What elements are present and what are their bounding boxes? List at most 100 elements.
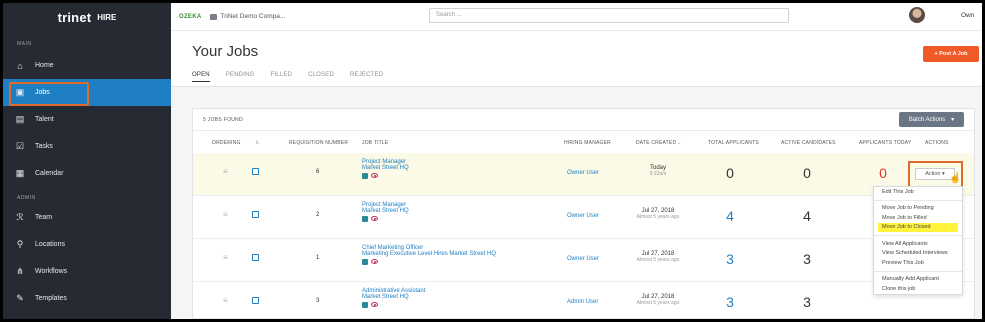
id-card-icon: ▤ (15, 114, 25, 124)
sidebar-item-talent[interactable]: ▤ Talent (3, 106, 171, 133)
row-checkbox[interactable] (252, 211, 259, 218)
company-logo: OZEKA (179, 13, 202, 20)
active-candidates[interactable]: 3 (797, 294, 817, 310)
menu-item-clone-job[interactable]: Clone this job (874, 284, 962, 294)
active-candidates[interactable]: 0 (797, 165, 817, 181)
person-icon[interactable] (362, 259, 368, 265)
person-icon[interactable] (362, 216, 368, 222)
hiring-manager-link[interactable]: Owner User (567, 256, 599, 262)
sidebar-item-locations[interactable]: ⚲ Locations (3, 231, 171, 258)
sidebar-item-tasks[interactable]: ☑ Tasks (3, 133, 171, 160)
tab-filled[interactable]: FILLED (271, 72, 293, 82)
job-title-cell: Project Manager Market Street HQ (362, 159, 409, 179)
brand-name: trinet (57, 9, 92, 25)
tab-rejected[interactable]: REJECTED (350, 72, 383, 82)
user-name[interactable]: Own (961, 12, 974, 19)
chevron-down-icon: ▾ (951, 117, 955, 123)
requisition-number: 2 (316, 212, 320, 218)
active-candidates[interactable]: 3 (797, 251, 817, 267)
menu-item-view-all-applicants[interactable]: View All Applicants (874, 239, 962, 249)
sidebar-item-label: Locations (35, 241, 65, 248)
hiring-manager-link[interactable]: Owner User (567, 213, 599, 219)
trinet-logo[interactable]: trinet HIRE (3, 3, 171, 31)
job-location-link[interactable]: Market Street HQ (362, 294, 425, 300)
menu-divider (874, 270, 962, 272)
eye-icon[interactable] (371, 259, 378, 264)
active-candidates[interactable]: 4 (797, 208, 817, 224)
col-header-hiring-manager[interactable]: HIRING MANAGER (564, 140, 611, 146)
calendar-icon: ▦ (15, 168, 25, 178)
job-location-link[interactable]: Marketing Executive Level Hires Market S… (362, 251, 496, 257)
menu-item-edit-job[interactable]: Edit This Job (874, 187, 962, 197)
col-header-active-candidates[interactable]: ACTIVE CANDIDATES (781, 140, 836, 146)
eye-icon[interactable] (371, 173, 378, 178)
eye-icon[interactable] (371, 302, 378, 307)
person-icon[interactable] (362, 302, 368, 308)
col-header-applicants-today[interactable]: APPLICANTS TODAY (859, 140, 911, 146)
person-icon[interactable] (362, 173, 368, 179)
menu-divider (874, 235, 962, 236)
avatar[interactable] (909, 7, 925, 23)
date-relative: Almost 5 years ago (636, 300, 680, 306)
requisition-number: 6 (316, 169, 320, 175)
hiring-manager-link[interactable]: Admin User (567, 299, 598, 305)
eye-icon[interactable] (371, 216, 378, 221)
tab-pending[interactable]: PENDING (226, 72, 255, 82)
sidebar-item-home[interactable]: ⌂ Home (3, 52, 171, 79)
brand-suffix: HIRE (97, 12, 117, 22)
total-applicants[interactable]: 0 (720, 165, 740, 181)
menu-item-move-to-closed[interactable]: Move Job to Closed (878, 222, 958, 232)
sidebar-item-workflows[interactable]: ⋔ Workflows (3, 258, 171, 285)
col-header-date-created[interactable]: DATE CREATED (636, 140, 676, 146)
pencil-icon: ✎ (16, 293, 24, 303)
hiring-manager-link[interactable]: Owner User (567, 170, 599, 176)
date-created-cell: Jul 27, 2018 Almost 5 years ago (631, 208, 685, 220)
drag-handle-icon[interactable]: ≡ (223, 167, 228, 176)
total-applicants[interactable]: 4 (720, 208, 740, 224)
col-header-job-title[interactable]: JOB TITLE (362, 140, 388, 146)
sidebar-item-calendar[interactable]: ▦ Calendar (3, 160, 171, 187)
col-header-ordering[interactable]: ORDERING (212, 140, 241, 146)
table-row: ≡ 1 Chief Marketing Officer Marketing Ex… (193, 239, 974, 282)
sidebar-item-templates[interactable]: ✎ Templates (3, 285, 171, 312)
date-created-cell: Today 9:22am (641, 165, 675, 177)
tab-closed[interactable]: CLOSED (308, 72, 334, 82)
job-location-link[interactable]: Market Street HQ (362, 165, 409, 171)
drag-handle-icon[interactable]: ≡ (223, 253, 228, 262)
sidebar: trinet HIRE MAIN ⌂ Home ▣ Jobs ▤ Talent … (3, 3, 171, 319)
total-applicants[interactable]: 3 (720, 294, 740, 310)
batch-actions-button[interactable]: Batch Actions ▾ (899, 112, 964, 127)
menu-item-move-to-pending[interactable]: Move Job to Pending (874, 204, 962, 214)
col-header-requisition[interactable]: REQUISITION NUMBER (289, 140, 348, 146)
tab-open[interactable]: OPEN (192, 72, 210, 82)
drag-handle-icon[interactable]: ≡ (223, 296, 228, 305)
menu-item-view-scheduled-interviews[interactable]: View Scheduled Interviews (874, 249, 962, 259)
col-header-total-applicants[interactable]: TOTAL APPLICANTS (708, 140, 759, 146)
sort-icon[interactable]: ⇅ (255, 140, 259, 146)
applicants-today[interactable]: 0 (873, 165, 893, 181)
top-bar: OZEKA TriNet Demo Compa... Search ... Ow… (171, 3, 982, 31)
date-created-cell: Jul 27, 2018 Almost 5 years ago (631, 294, 685, 306)
col-header-actions: ACTIONS (925, 140, 949, 146)
menu-item-move-to-filled[interactable]: Move Job to Filled (874, 213, 962, 223)
menu-divider (874, 199, 962, 201)
home-icon: ⌂ (17, 60, 23, 71)
requisition-number: 1 (316, 255, 320, 261)
row-checkbox[interactable] (252, 297, 259, 304)
row-checkbox[interactable] (252, 254, 259, 261)
post-job-button[interactable]: + Post A Job (923, 46, 979, 62)
menu-item-preview-job[interactable]: Preview This Job (874, 258, 962, 268)
drag-handle-icon[interactable]: ≡ (223, 210, 228, 219)
company-switcher[interactable]: TriNet Demo Compa... (209, 13, 285, 20)
sidebar-item-label: Calendar (35, 170, 64, 177)
menu-item-manually-add-applicant[interactable]: Manually Add Applicant (874, 275, 962, 285)
sidebar-item-team[interactable]: ℛ Team (3, 204, 171, 231)
job-location-link[interactable]: Market Street HQ (362, 208, 409, 214)
date-created-cell: Jul 27, 2018 Almost 5 years ago (631, 251, 685, 263)
row-checkbox[interactable] (252, 168, 259, 175)
sidebar-item-label: Workflows (35, 268, 68, 275)
sidebar-item-label: Tasks (35, 143, 53, 150)
search-input[interactable]: Search ... (429, 8, 789, 23)
jobs-highlight-box (9, 82, 89, 106)
total-applicants[interactable]: 3 (720, 251, 740, 267)
